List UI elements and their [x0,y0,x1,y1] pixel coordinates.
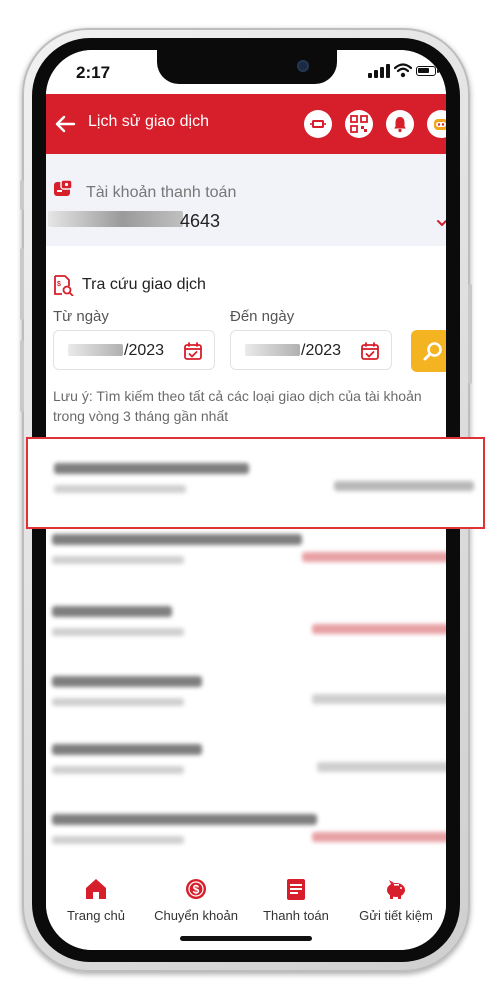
transaction-date [52,628,184,636]
battery-icon [416,66,439,76]
account-label: Tài khoản thanh toán [86,184,237,201]
phone-power-button [468,284,472,384]
piggy-bank-icon [387,880,405,899]
account-number: 4643 [180,211,221,231]
account-selector[interactable]: Tài khoản thanh toán 4643 [46,154,446,246]
nav-item-transfer[interactable]: $ Chuyển khoản [146,868,246,928]
nav-item-payment[interactable]: Thanh toán [246,868,346,928]
transaction-amount [312,694,446,704]
nav-label-payment: Thanh toán [263,908,329,923]
notification-button[interactable] [386,110,414,138]
transaction-name [52,814,317,825]
status-time: 2:17 [76,63,111,82]
wifi-icon [394,63,412,78]
svg-text:$: $ [193,883,200,897]
transaction-amount [334,481,474,491]
transaction-row[interactable] [46,526,446,578]
transaction-date [52,836,184,844]
transaction-date [54,485,186,493]
scan-card-button[interactable] [304,110,332,138]
transaction-row[interactable] [46,736,446,788]
transaction-amount [312,624,446,634]
from-date-value: /2023 [124,342,165,359]
wallet-icon [54,179,73,196]
page-title: Lịch sử giao dịch [88,113,209,130]
to-date-label: Đến ngày [230,308,295,325]
transaction-date [52,556,184,564]
transaction-row[interactable] [46,598,446,650]
transaction-amount [317,762,446,772]
battery-level [418,68,429,73]
chatbot-button[interactable] [427,110,446,138]
transaction-name [52,744,202,755]
to-date-masked [245,344,300,356]
account-number-masked [48,211,183,227]
phone-side-button [20,180,24,210]
highlighted-transaction[interactable] [26,437,485,529]
qr-code-icon [350,115,368,133]
front-camera [297,60,309,72]
transaction-name [52,676,202,687]
from-date-label: Từ ngày [53,308,109,325]
transaction-row[interactable] [46,806,446,858]
cellular-signal-icon [368,64,390,78]
document-search-icon: $ [54,275,74,296]
calendar-icon[interactable] [360,341,380,361]
search-button[interactable] [411,330,446,372]
to-date-field[interactable]: /2023 [230,330,392,370]
phone-volume-up-button [20,248,24,320]
transaction-date [52,766,184,774]
from-date-masked [68,344,123,356]
nav-label-savings: Gửi tiết kiệm [359,908,433,923]
home-icon [86,879,106,899]
nav-label-transfer: Chuyển khoản [154,908,238,923]
search-icon [423,342,442,361]
qr-code-button[interactable] [345,110,373,138]
bell-icon [394,117,406,133]
transaction-amount [302,552,446,562]
nav-item-savings[interactable]: Gửi tiết kiệm [346,868,446,928]
transaction-name [54,463,249,474]
phone-volume-down-button [20,340,24,412]
search-note: Lưu ý: Tìm kiếm theo tất cả các loại gia… [53,388,422,424]
transaction-amount [312,832,446,842]
coin-transfer-icon: $ [186,879,206,899]
transaction-row[interactable] [46,668,446,720]
scan-card-icon [310,120,326,128]
from-date-field[interactable]: /2023 [53,330,215,370]
lookup-title: Tra cứu giao dịch [82,276,206,293]
nav-label-home: Trang chủ [66,908,126,923]
to-date-value: /2023 [301,342,342,359]
calendar-icon[interactable] [183,341,203,361]
transaction-row[interactable] [48,455,474,507]
back-arrow-icon[interactable] [52,111,78,137]
home-indicator [180,936,312,941]
bill-icon [287,879,305,900]
nav-item-home[interactable]: Trang chủ [46,868,146,928]
transaction-name [52,606,172,617]
notch [157,50,337,84]
chevron-down-icon[interactable] [436,218,446,228]
transaction-date [52,698,184,706]
robot-icon [434,119,446,130]
svg-text:$: $ [57,281,61,288]
app-header: Lịch sử giao dịch [46,94,446,154]
transaction-name [52,534,302,545]
